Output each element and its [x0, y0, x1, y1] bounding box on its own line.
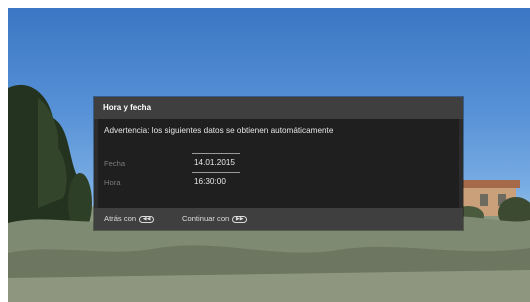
continue-label: Continuar con [182, 214, 230, 223]
dialog-footer: Atrás con ◀◀ Continuar con ▶▶ [94, 208, 463, 230]
back-label: Atrás con [104, 214, 137, 223]
date-label: Fecha [104, 159, 126, 168]
time-date-dialog: Hora y fecha Advertencia: los siguientes… [94, 97, 463, 230]
dialog-title: Hora y fecha [94, 97, 463, 119]
continue-button[interactable]: Continuar con ▶▶ [182, 208, 248, 230]
house-window [480, 194, 488, 206]
time-label: Hora [104, 178, 121, 187]
rewind-button-icon: ◀◀ [139, 215, 155, 223]
dialog-body: Advertencia: los siguientes datos se obt… [98, 119, 459, 208]
warning-text: Advertencia: los siguientes datos se obt… [104, 126, 334, 135]
time-value[interactable]: 16:30:00 [194, 177, 226, 186]
date-value[interactable]: 14.01.2015 [194, 158, 235, 167]
fast-forward-button-icon: ▶▶ [232, 215, 248, 223]
time-field-underline [192, 172, 240, 173]
date-field-underline [192, 153, 240, 154]
back-button[interactable]: Atrás con ◀◀ [104, 208, 155, 230]
tv-screen: Hora y fecha Advertencia: los siguientes… [8, 8, 530, 302]
